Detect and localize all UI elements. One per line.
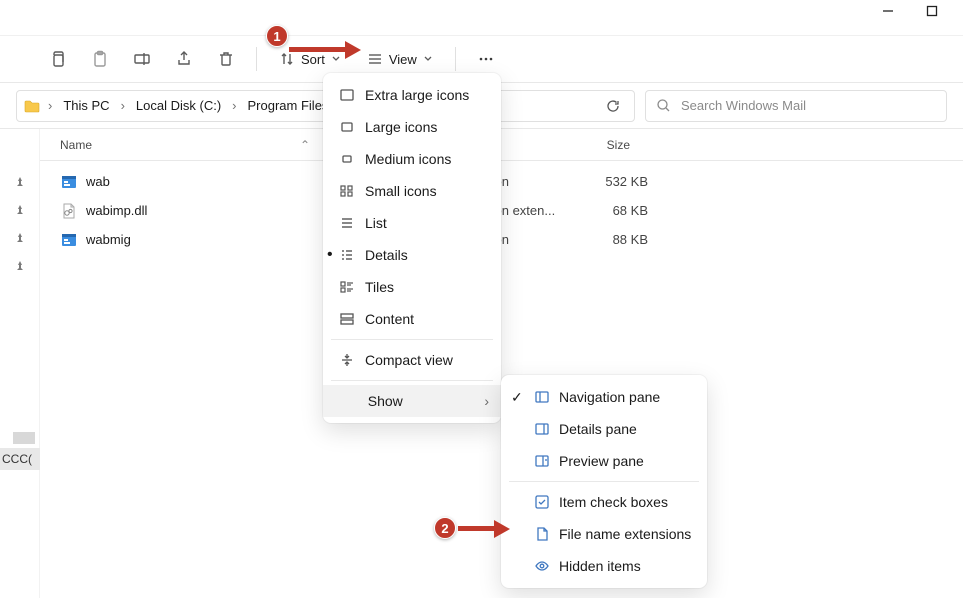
search-box[interactable]: Search Windows Mail bbox=[645, 90, 947, 122]
menu-item-details[interactable]: • Details bbox=[323, 239, 501, 271]
file-size: 68 KB bbox=[568, 203, 648, 218]
annotation-arrow-2 bbox=[458, 526, 494, 531]
list-icon bbox=[335, 215, 359, 231]
chevron-down-icon bbox=[423, 54, 433, 64]
search-icon bbox=[656, 98, 671, 113]
file-name: wab bbox=[86, 174, 348, 189]
folder-icon bbox=[23, 97, 41, 115]
view-button[interactable]: View bbox=[357, 41, 443, 77]
app-icon bbox=[60, 231, 78, 249]
file-size: 532 KB bbox=[568, 174, 648, 189]
view-menu: Extra large icons Large icons Medium ico… bbox=[323, 73, 501, 423]
checkbox-icon bbox=[531, 494, 553, 510]
toolbar-divider bbox=[455, 47, 456, 71]
small-icons-icon bbox=[335, 183, 359, 199]
menu-item-list[interactable]: List bbox=[323, 207, 501, 239]
menu-separator bbox=[331, 339, 493, 340]
breadcrumb-item[interactable]: Program Files bbox=[244, 98, 333, 113]
menu-item-extra-large-icons[interactable]: Extra large icons bbox=[323, 79, 501, 111]
toolbar-divider bbox=[256, 47, 257, 71]
breadcrumb-item[interactable]: This PC bbox=[59, 98, 113, 113]
menu-item-medium-icons[interactable]: Medium icons bbox=[323, 143, 501, 175]
menu-item-details-pane[interactable]: Details pane bbox=[501, 413, 707, 445]
sort-label: Sort bbox=[301, 52, 325, 67]
app-icon bbox=[60, 173, 78, 191]
medium-icons-icon bbox=[335, 151, 359, 167]
maximize-button[interactable] bbox=[925, 4, 939, 18]
menu-item-navigation-pane[interactable]: ✓ Navigation pane bbox=[501, 381, 707, 413]
menu-item-large-icons[interactable]: Large icons bbox=[323, 111, 501, 143]
file-row[interactable]: wabmig tion 88 KB bbox=[40, 225, 963, 254]
compact-view-icon bbox=[335, 352, 359, 368]
pin-icon[interactable] bbox=[14, 177, 26, 189]
menu-separator bbox=[331, 380, 493, 381]
breadcrumb-item[interactable]: Local Disk (C:) bbox=[132, 98, 225, 113]
truncated-label: CCC( bbox=[0, 448, 40, 470]
chevron-right-icon: › bbox=[484, 393, 489, 409]
view-label: View bbox=[389, 52, 417, 67]
annotation-step-2: 2 bbox=[434, 517, 456, 539]
menu-item-compact-view[interactable]: Compact view bbox=[323, 344, 501, 376]
delete-button[interactable] bbox=[208, 41, 244, 77]
preview-pane-icon bbox=[531, 453, 553, 469]
column-name[interactable]: Name ⌃ bbox=[60, 138, 330, 152]
check-icon: ✓ bbox=[511, 389, 531, 406]
annotation-arrow-1 bbox=[289, 47, 345, 52]
details-pane-icon bbox=[531, 421, 553, 437]
file-name: wabmig bbox=[86, 232, 348, 247]
menu-item-hidden-items[interactable]: Hidden items bbox=[501, 550, 707, 582]
navigation-pane-icon bbox=[531, 389, 553, 405]
menu-separator bbox=[509, 481, 699, 482]
rename-button[interactable] bbox=[124, 41, 160, 77]
quick-access-rail bbox=[0, 129, 40, 598]
details-icon bbox=[335, 247, 359, 263]
pin-icon[interactable] bbox=[14, 261, 26, 273]
pin-icon[interactable] bbox=[14, 205, 26, 217]
menu-item-item-check-boxes[interactable]: Item check boxes bbox=[501, 486, 707, 518]
menu-item-show[interactable]: Show › bbox=[323, 385, 501, 417]
truncated-element bbox=[13, 432, 35, 444]
show-submenu: ✓ Navigation pane Details pane Preview p… bbox=[501, 375, 707, 588]
file-extensions-icon bbox=[531, 526, 553, 542]
annotation-badge: 1 bbox=[266, 25, 288, 47]
title-bar bbox=[0, 0, 963, 36]
more-button[interactable] bbox=[468, 41, 504, 77]
file-name: wabimp.dll bbox=[86, 203, 348, 218]
annotation-step-1: 1 bbox=[266, 25, 288, 47]
sort-indicator-icon: ⌃ bbox=[300, 138, 310, 152]
menu-item-small-icons[interactable]: Small icons bbox=[323, 175, 501, 207]
dll-icon bbox=[60, 202, 78, 220]
chevron-right-icon[interactable]: › bbox=[45, 98, 55, 113]
menu-item-content[interactable]: Content bbox=[323, 303, 501, 335]
minimize-button[interactable] bbox=[881, 4, 895, 18]
annotation-badge: 2 bbox=[434, 517, 456, 539]
column-size[interactable]: Size bbox=[550, 138, 630, 152]
file-row[interactable]: wab tion 532 KB bbox=[40, 167, 963, 196]
chevron-right-icon[interactable]: › bbox=[229, 98, 239, 113]
annotation-arrowhead-2 bbox=[494, 520, 510, 538]
search-placeholder: Search Windows Mail bbox=[681, 98, 806, 113]
chevron-down-icon bbox=[331, 54, 341, 64]
refresh-button[interactable] bbox=[598, 91, 628, 121]
extra-large-icons-icon bbox=[335, 87, 359, 103]
menu-item-preview-pane[interactable]: Preview pane bbox=[501, 445, 707, 477]
menu-item-tiles[interactable]: Tiles bbox=[323, 271, 501, 303]
annotation-arrowhead-1 bbox=[345, 41, 361, 59]
tiles-icon bbox=[335, 279, 359, 295]
file-list: wab tion 532 KB wabimp.dll tion exten...… bbox=[40, 161, 963, 260]
large-icons-icon bbox=[335, 119, 359, 135]
share-button[interactable] bbox=[166, 41, 202, 77]
menu-item-file-name-extensions[interactable]: File name extensions bbox=[501, 518, 707, 550]
chevron-right-icon[interactable]: › bbox=[118, 98, 128, 113]
hidden-items-icon bbox=[531, 558, 553, 574]
column-header: Name ⌃ Size bbox=[40, 129, 963, 161]
content-icon bbox=[335, 311, 359, 327]
pin-icon[interactable] bbox=[14, 233, 26, 245]
file-row[interactable]: wabimp.dll tion exten... 68 KB bbox=[40, 196, 963, 225]
paste-button[interactable] bbox=[82, 41, 118, 77]
copy-button[interactable] bbox=[40, 41, 76, 77]
file-size: 88 KB bbox=[568, 232, 648, 247]
selected-indicator: • bbox=[327, 246, 333, 264]
